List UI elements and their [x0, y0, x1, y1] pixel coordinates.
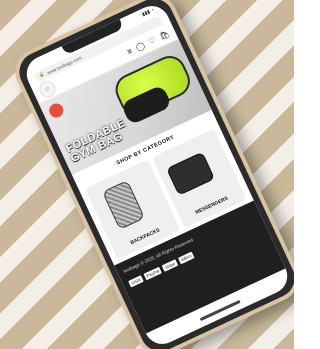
account-icon[interactable]: ◯ — [134, 40, 146, 52]
lock-icon: 🔒 — [38, 71, 46, 79]
messenger-bag-image — [165, 151, 215, 196]
menu-icon[interactable]: ≡ — [125, 46, 133, 56]
backpack-image — [101, 180, 146, 230]
status-icons: ▮▮▮ ◔ — [141, 7, 156, 18]
wishlist-icon[interactable]: ♡ — [147, 35, 157, 46]
payment-paypal: PayPal — [143, 266, 163, 281]
smartphone: ▮▮▮ ◔ 🔒 www.lootbags.com ☆ ≡ ◯ ♡ 🛍 FOLDA… — [7, 0, 294, 349]
cart-icon[interactable]: 🛍 — [158, 29, 171, 41]
payment-stripe: stripe — [162, 259, 179, 272]
payment-visa: VISA — [128, 275, 144, 288]
brand-badge — [47, 101, 66, 120]
photo-scene: ▮▮▮ ◔ 🔒 www.lootbags.com ☆ ≡ ◯ ♡ 🛍 FOLDA… — [0, 0, 294, 349]
payment-affirm: Affirm — [177, 251, 195, 265]
phone-screen: ▮▮▮ ◔ 🔒 www.lootbags.com ☆ ≡ ◯ ♡ 🛍 FOLDA… — [20, 0, 294, 349]
